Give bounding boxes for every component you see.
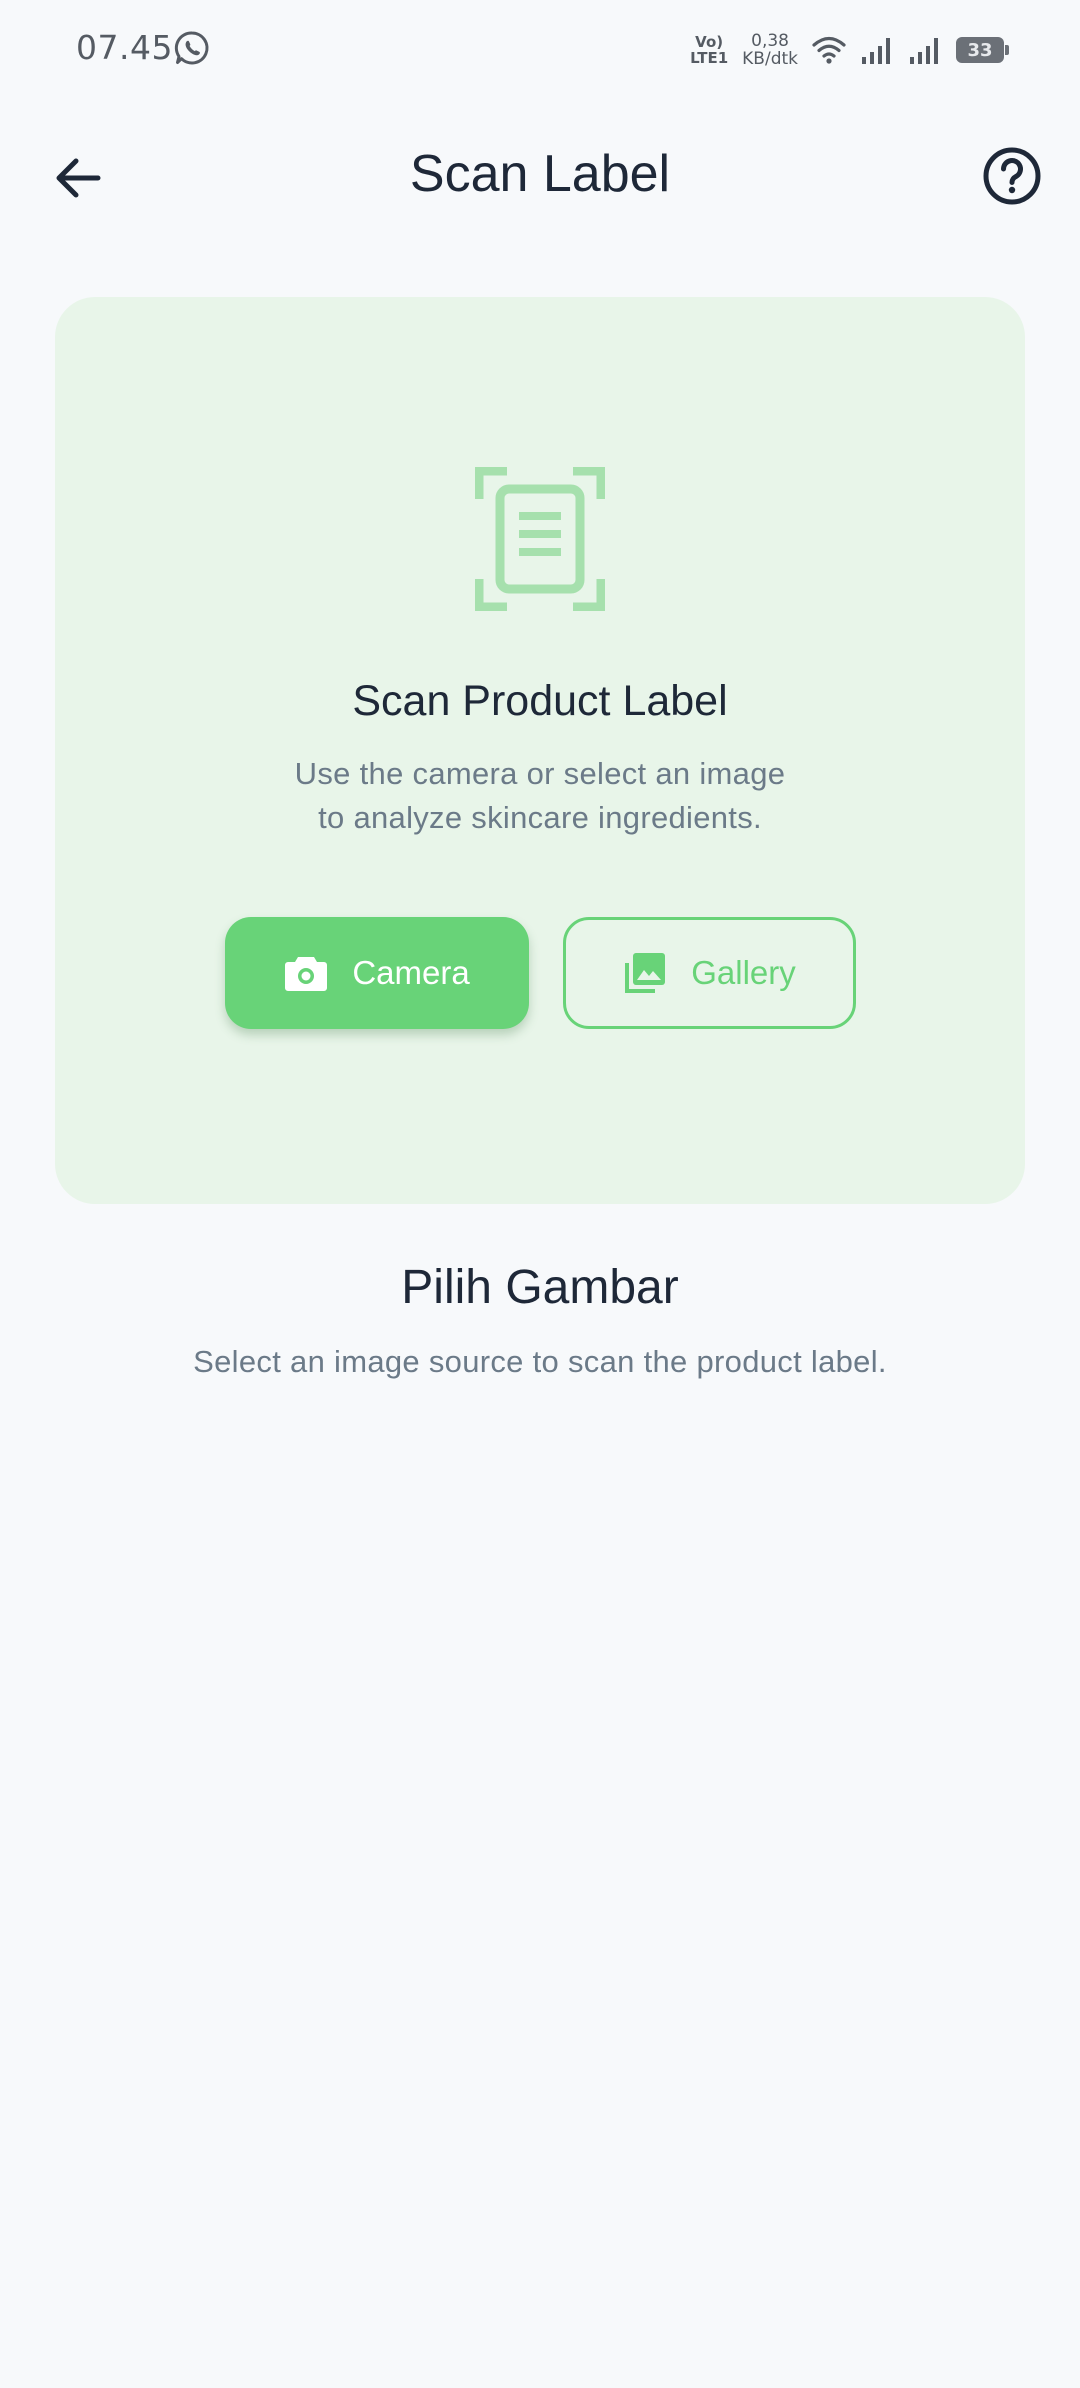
help-button[interactable] [980, 144, 1044, 208]
status-icons: Vo) LTE1 0,38 KB/dtk 33 [690, 28, 1009, 72]
camera-icon [285, 957, 328, 991]
signal-icon [908, 35, 942, 65]
section-title: Pilih Gambar [401, 1261, 679, 1314]
card-description: Use the camera or select an image to ana… [294, 756, 786, 835]
app-bar: Scan Label [0, 130, 1080, 222]
whatsapp-icon [174, 31, 209, 65]
photo-library-icon [625, 953, 666, 993]
volte-indicator: Vo) LTE1 [690, 33, 729, 67]
document-scanner-icon [475, 467, 605, 611]
network-speed: 0,38 KB/dtk [742, 31, 798, 69]
gallery-button[interactable]: Gallery [563, 917, 856, 1029]
scan-card: Scan Product Label Use the camera or sel… [55, 297, 1025, 1204]
battery-icon: 33 [956, 37, 1009, 63]
wifi-icon [812, 35, 846, 65]
help-circle-icon [983, 147, 1041, 205]
section-description: Select an image source to scan the produ… [193, 1344, 887, 1379]
page-title: Scan Label [409, 145, 671, 203]
camera-button-label: Camera [352, 954, 470, 991]
camera-button[interactable]: Camera [225, 917, 529, 1029]
status-bar: 07.45 Vo) LTE1 0,38 KB/dtk 33 [0, 0, 1080, 100]
card-title: Scan Product Label [352, 677, 728, 725]
signal-icon [860, 35, 894, 65]
battery-level: 33 [967, 39, 993, 61]
status-time: 07.45 [76, 28, 173, 67]
gallery-button-label: Gallery [691, 954, 796, 991]
